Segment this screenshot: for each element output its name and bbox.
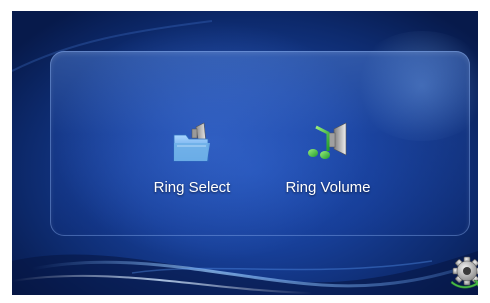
settings-gear-icon — [450, 256, 478, 289]
ring-select-label: Ring Select — [153, 179, 231, 196]
ring-volume-speaker-icon — [308, 122, 347, 159]
settings-button[interactable] — [450, 255, 478, 289]
ring-select-button[interactable]: Ring Select — [137, 121, 247, 211]
ring-select-folder-icon — [173, 122, 210, 162]
ring-volume-label: Ring Volume — [285, 179, 371, 196]
ring-volume-button[interactable]: Ring Volume — [273, 121, 383, 211]
device-screen: Ring Select Ring Volume — [12, 11, 478, 295]
